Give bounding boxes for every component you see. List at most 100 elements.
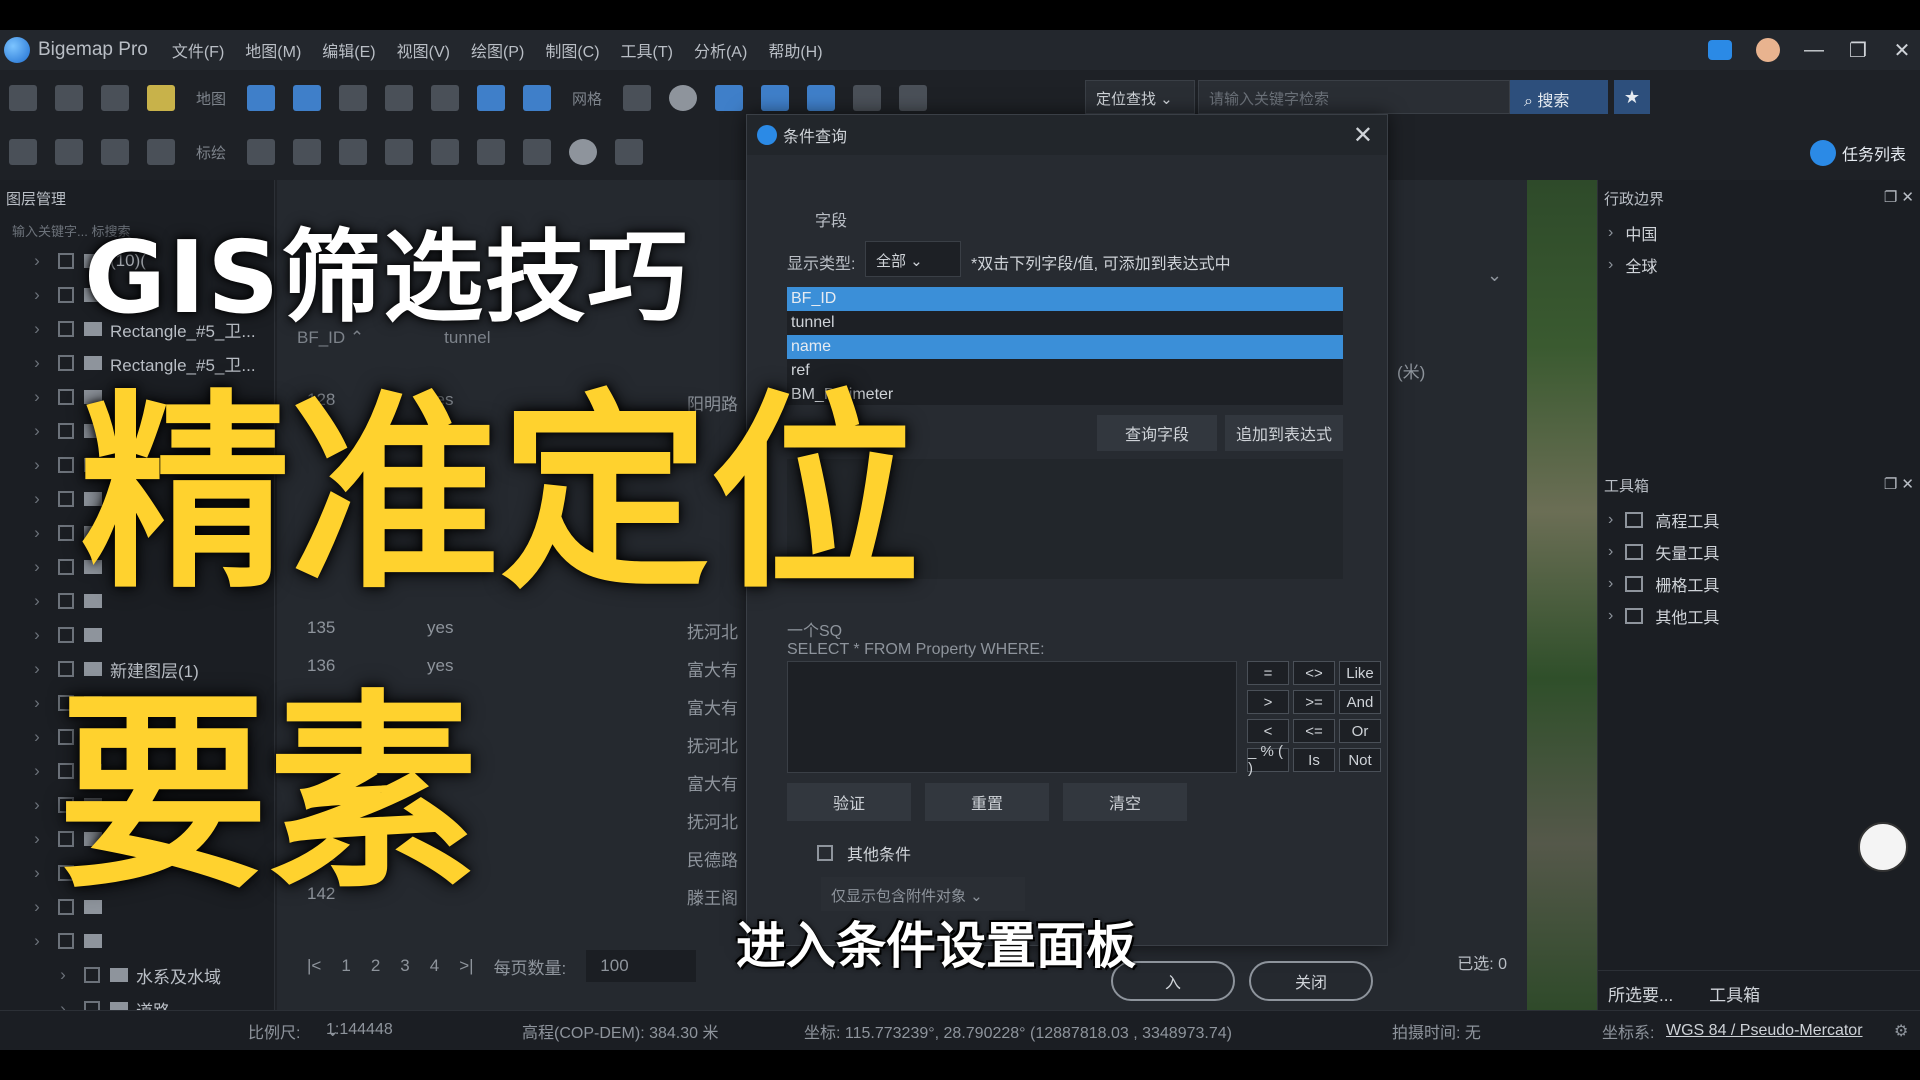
search-input[interactable]: 请输入关键字检索 <box>1198 80 1510 114</box>
km-grid-icon[interactable] <box>715 85 744 111</box>
op-not-equal[interactable]: <> <box>1293 661 1335 685</box>
other-conditions[interactable]: 其他条件 <box>817 841 911 865</box>
chevron-right-icon[interactable]: › <box>26 863 48 883</box>
chevron-right-icon[interactable]: › <box>26 353 48 373</box>
last-page-button[interactable]: >| <box>459 956 473 976</box>
eraser-icon[interactable] <box>431 139 460 165</box>
screen-icon[interactable] <box>101 139 129 165</box>
first-page-button[interactable]: |< <box>307 956 321 976</box>
chevron-right-icon[interactable]: › <box>26 285 48 305</box>
pan-hand-icon[interactable] <box>9 139 37 165</box>
chevron-down-icon[interactable]: ⌄ <box>1487 265 1502 286</box>
toolbox-elevation[interactable]: › 高程工具 <box>1598 504 1920 536</box>
pentagon-icon[interactable] <box>523 139 552 165</box>
menu-draw[interactable]: 绘图(P) <box>471 38 524 62</box>
chevron-right-icon[interactable]: › <box>26 727 48 747</box>
menu-tools[interactable]: 工具(T) <box>621 38 673 62</box>
chevron-right-icon[interactable]: › <box>26 829 48 849</box>
open-folder-icon[interactable] <box>9 85 37 111</box>
menu-file[interactable]: 文件(F) <box>172 38 224 62</box>
nm-grid-icon[interactable] <box>761 85 790 111</box>
op-not[interactable]: Not <box>1339 748 1381 772</box>
menu-view[interactable]: 视图(V) <box>397 38 450 62</box>
chevron-right-icon[interactable]: › <box>26 455 48 475</box>
menu-edit[interactable]: 编辑(E) <box>322 38 375 62</box>
op-or[interactable]: Or <box>1339 719 1381 743</box>
chevron-right-icon[interactable]: › <box>26 387 48 407</box>
utm-icon[interactable] <box>669 85 698 111</box>
scale-select[interactable]: 1:144448 ⌄ <box>326 1021 393 1041</box>
polyline-icon[interactable] <box>339 139 368 165</box>
page-2[interactable]: 2 <box>371 956 380 976</box>
chevron-right-icon[interactable]: › <box>26 625 48 645</box>
zoom-in-icon[interactable] <box>385 85 414 111</box>
chevron-right-icon[interactable]: › <box>26 591 48 611</box>
append-expression-button[interactable]: 追加到表达式 <box>1225 415 1343 451</box>
op-equals[interactable]: = <box>1247 661 1289 685</box>
mgrs-grid-icon[interactable] <box>807 85 836 111</box>
dialog-close-icon[interactable]: ✕ <box>1353 121 1373 150</box>
chevron-right-icon[interactable]: › <box>26 251 48 271</box>
map-style-icon[interactable] <box>339 85 368 111</box>
close-button[interactable]: ✕ <box>1892 38 1912 63</box>
rectangle-draw-icon[interactable] <box>385 139 414 165</box>
display-type-select[interactable]: 全部 ⌄ <box>865 241 961 277</box>
layer-checkbox[interactable] <box>58 627 74 643</box>
settings-gear-icon[interactable]: ⚙ <box>1894 1021 1908 1041</box>
toolbox-vector[interactable]: › 矢量工具 <box>1598 536 1920 568</box>
favorite-star-icon[interactable]: ★ <box>1614 80 1650 114</box>
layer-checkbox[interactable] <box>58 287 74 303</box>
toolbox-raster[interactable]: › 栅格工具 <box>1598 568 1920 600</box>
chevron-right-icon[interactable]: › <box>52 965 74 985</box>
page-size-input[interactable]: 100 <box>586 950 697 982</box>
chevron-right-icon[interactable]: › <box>26 319 48 339</box>
layer-checkbox[interactable] <box>58 253 74 269</box>
layer-checkbox[interactable] <box>58 593 74 609</box>
clear-button[interactable]: 清空 <box>1063 783 1187 821</box>
full-extent-icon[interactable] <box>477 85 506 111</box>
panel-controls-icon[interactable]: ❐ ✕ <box>1884 188 1914 209</box>
toolbox-other[interactable]: › 其他工具 <box>1598 600 1920 632</box>
op-less-equal[interactable]: <= <box>1293 719 1335 743</box>
zoom-out-icon[interactable] <box>431 85 460 111</box>
layer-checkbox[interactable] <box>58 389 74 405</box>
layer-checkbox[interactable] <box>58 491 74 507</box>
chevron-right-icon[interactable]: › <box>26 557 48 577</box>
menu-analysis[interactable]: 分析(A) <box>694 38 747 62</box>
page-4[interactable]: 4 <box>430 956 439 976</box>
tab-selected-features[interactable]: 所选要... <box>1608 981 1673 1005</box>
layer-checkbox[interactable] <box>58 355 74 371</box>
minimize-button[interactable]: — <box>1804 39 1824 62</box>
folder-row[interactable]: › 水系及水域 <box>0 958 274 992</box>
panel-controls-icon[interactable]: ❐ ✕ <box>1884 475 1914 496</box>
grid-icon[interactable] <box>623 85 652 111</box>
page-3[interactable]: 3 <box>400 956 409 976</box>
user-avatar-icon[interactable] <box>1756 38 1780 62</box>
page-1[interactable]: 1 <box>341 956 350 976</box>
table-row[interactable]: 135 yes 抚河北 <box>307 618 738 643</box>
crs-link[interactable]: WGS 84 / Pseudo-Mercator <box>1666 1022 1863 1040</box>
layer-checkbox[interactable] <box>58 423 74 439</box>
line-icon[interactable] <box>293 139 322 165</box>
chat-icon[interactable] <box>1708 40 1732 60</box>
chevron-right-icon[interactable]: › <box>26 897 48 917</box>
folder-checkbox[interactable] <box>84 967 100 983</box>
locate-dropdown[interactable]: 定位查找 ⌄ <box>1085 80 1195 114</box>
menu-cartography[interactable]: 制图(C) <box>545 38 599 62</box>
settings-icon[interactable] <box>101 85 129 111</box>
sql-expression-input[interactable] <box>787 661 1237 773</box>
square-icon[interactable] <box>477 139 506 165</box>
field-tunnel[interactable]: tunnel <box>787 311 1343 335</box>
other-conditions-checkbox[interactable] <box>817 845 833 861</box>
op-greater[interactable]: > <box>1247 690 1289 714</box>
admin-item-global[interactable]: › 全球 <box>1598 249 1920 281</box>
layer-icon[interactable] <box>147 85 175 111</box>
op-like[interactable]: Like <box>1339 661 1381 685</box>
search-button[interactable]: ⌕ 搜索 <box>1510 80 1608 114</box>
op-less[interactable]: < <box>1247 719 1289 743</box>
layer-checkbox[interactable] <box>58 559 74 575</box>
op-and[interactable]: And <box>1339 690 1381 714</box>
sector-icon[interactable] <box>615 139 644 165</box>
field-bf-id[interactable]: BF_ID <box>787 287 1343 311</box>
tab-toolbox[interactable]: 工具箱 <box>1709 981 1760 1005</box>
